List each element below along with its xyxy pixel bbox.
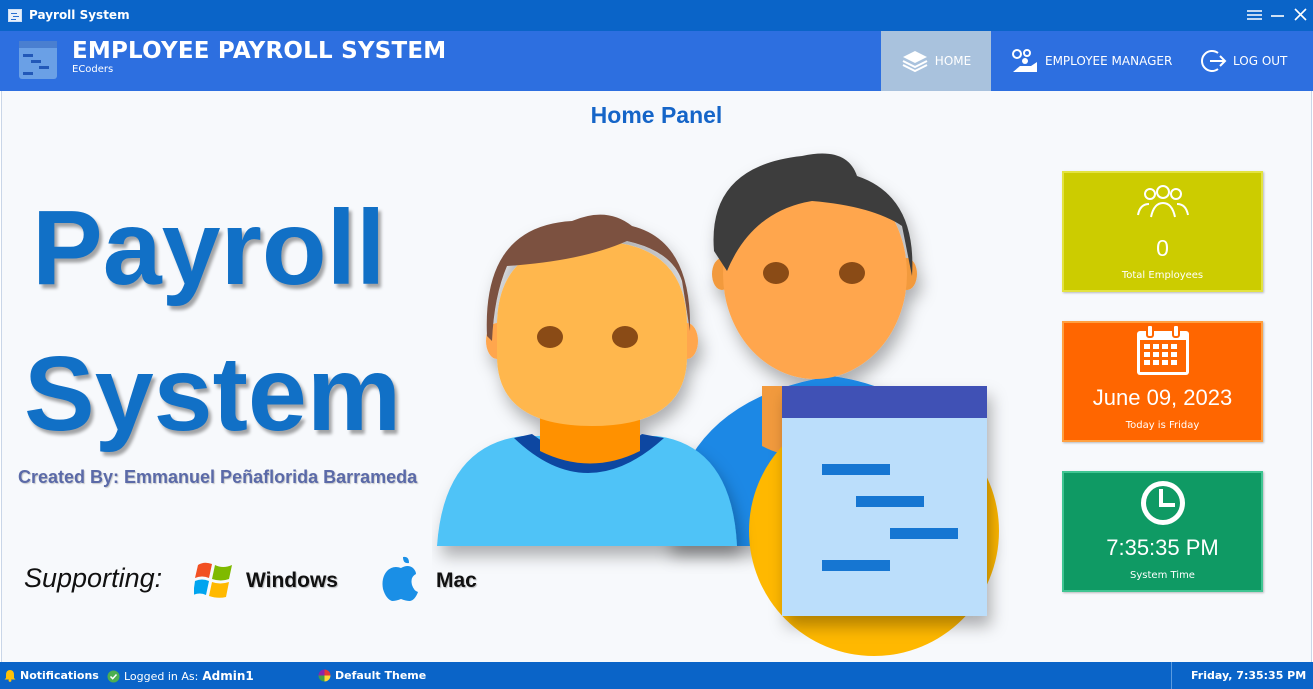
nav-employee-manager-label: EMPLOYEE MANAGER xyxy=(1045,54,1173,68)
app-subtitle: ECoders xyxy=(72,64,114,75)
window-title-bar: Payroll System xyxy=(0,0,1313,31)
apple-logo-icon xyxy=(382,556,418,601)
hero-title-line1: Payroll xyxy=(32,189,386,307)
nav-logout-button[interactable]: LOG OUT xyxy=(1201,31,1287,91)
theme-label: Default Theme xyxy=(335,669,427,682)
check-circle-icon xyxy=(107,670,120,682)
color-wheel-icon xyxy=(318,669,331,682)
employee-manager-icon xyxy=(1012,49,1037,72)
status-separator xyxy=(1171,662,1172,689)
app-window-icon xyxy=(8,9,22,22)
window-title: Payroll System xyxy=(29,8,130,22)
logout-icon xyxy=(1201,50,1227,72)
system-time-caption: System Time xyxy=(1130,570,1195,581)
app-header: EMPLOYEE PAYROLL SYSTEM ECoders HOME EMP… xyxy=(0,31,1313,91)
total-employees-card: 0 Total Employees xyxy=(1062,171,1263,292)
minimize-icon[interactable] xyxy=(1268,5,1288,25)
home-panel: Home Panel Payroll System Created By: Em… xyxy=(1,91,1312,662)
employees-illustration xyxy=(437,153,999,656)
panel-title: Home Panel xyxy=(590,102,723,128)
calendar-icon xyxy=(1137,324,1189,375)
platform-windows-label: Windows xyxy=(246,569,338,592)
author-credit: Created By: Emmanuel Peñaflorida Barrame… xyxy=(18,467,418,487)
nav-logout-label: LOG OUT xyxy=(1233,54,1288,68)
notifications-button[interactable]: Notifications xyxy=(4,669,99,682)
status-datetime: Friday, 7:35:35 PM xyxy=(1191,669,1306,682)
clock-icon xyxy=(1141,481,1185,525)
theme-selector[interactable]: Default Theme xyxy=(318,669,426,682)
bell-icon xyxy=(4,670,16,682)
status-datetime-text: Friday, 7:35:35 PM xyxy=(1191,669,1307,682)
windows-logo-icon xyxy=(194,562,232,598)
logged-in-prefix: Logged in As: xyxy=(124,669,199,683)
system-time-value: 7:35:35 PM xyxy=(1106,535,1219,560)
date-card: June 09, 2023 Today is Friday xyxy=(1062,321,1263,442)
layers-icon xyxy=(902,51,928,73)
notifications-label: Notifications xyxy=(20,669,99,682)
hero-title-line2: System xyxy=(24,335,402,453)
nav-home-button[interactable]: HOME xyxy=(881,31,991,91)
hamburger-menu-icon[interactable] xyxy=(1245,5,1265,25)
close-icon[interactable] xyxy=(1291,5,1311,25)
app-logo-icon xyxy=(19,41,57,79)
app-name: EMPLOYEE PAYROLL SYSTEM xyxy=(72,38,447,64)
logged-in-status: Logged in As: Admin1 xyxy=(107,669,254,683)
status-bar: Notifications Logged in As: Admin1 Defau… xyxy=(0,662,1313,689)
logged-in-user: Admin1 xyxy=(202,669,254,683)
system-time-card: 7:35:35 PM System Time xyxy=(1062,471,1263,592)
date-caption: Today is Friday xyxy=(1125,420,1200,431)
group-users-icon xyxy=(1137,185,1189,218)
total-employees-caption: Total Employees xyxy=(1121,270,1204,281)
date-value: June 09, 2023 xyxy=(1092,385,1233,410)
total-employees-value: 0 xyxy=(1156,235,1169,261)
nav-employee-manager-button[interactable]: EMPLOYEE MANAGER xyxy=(1011,31,1172,91)
supporting-label: Supporting: xyxy=(24,563,163,593)
nav-home-label: HOME xyxy=(934,54,972,68)
